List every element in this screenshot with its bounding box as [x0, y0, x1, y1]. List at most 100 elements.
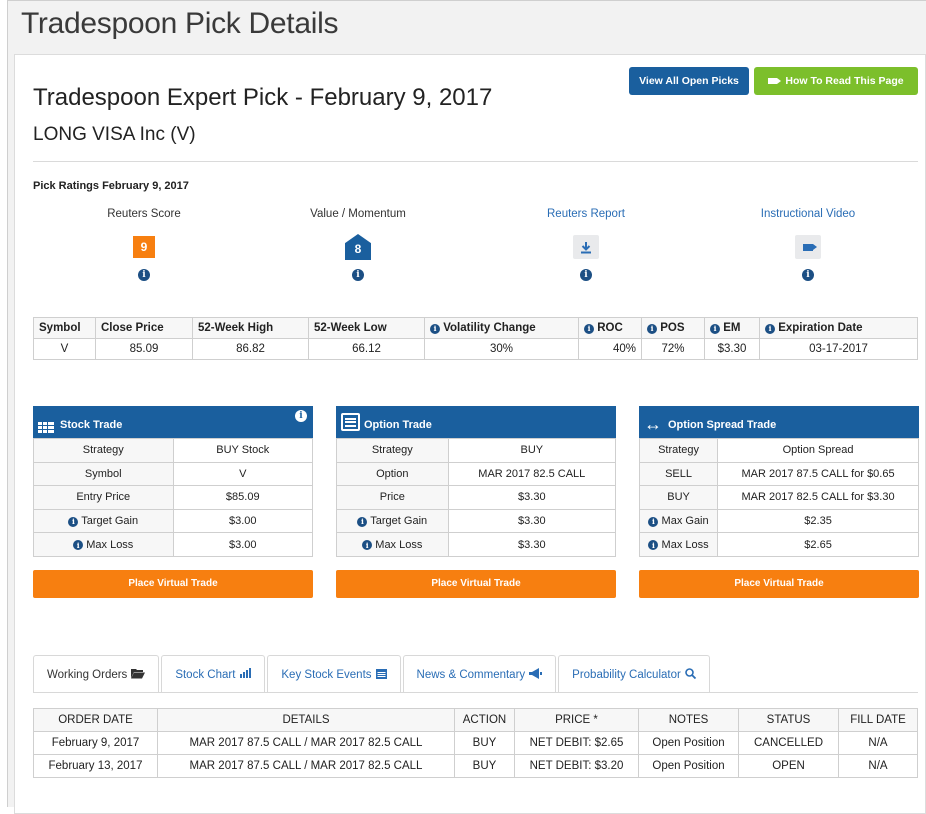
rating-value-momentum: Value / Momentum 8 i [258, 208, 458, 283]
info-icon[interactable]: i [357, 516, 368, 527]
calendar-icon [375, 668, 387, 682]
table-row: February 9, 2017 MAR 2017 87.5 CALL / MA… [33, 731, 918, 755]
info-icon[interactable]: i [765, 323, 775, 334]
place-virtual-trade-button[interactable]: Place Virtual Trade [639, 569, 919, 598]
info-icon[interactable]: i [352, 269, 364, 281]
tab-key-stock-events[interactable]: Key Stock Events [267, 655, 401, 693]
cell-action: BUY [454, 731, 515, 755]
cell-details: MAR 2017 87.5 CALL / MAR 2017 82.5 CALL [157, 754, 455, 778]
col-order-date: ORDER DATE [33, 708, 158, 732]
rating-instructional-video[interactable]: Instructional Video i [708, 208, 908, 283]
instructional-video-link[interactable]: Instructional Video [708, 208, 908, 224]
video-icon[interactable] [795, 235, 821, 259]
row-value: $3.00 [172, 508, 313, 534]
list-icon [341, 413, 360, 431]
cell-order-date: February 9, 2017 [33, 731, 158, 755]
reuters-report-link[interactable]: Reuters Report [486, 208, 686, 224]
rating-reuters-score: Reuters Score 9 i [44, 208, 244, 283]
rating-label: Reuters Score [107, 208, 181, 220]
reuters-score-badge: 9 [133, 236, 155, 258]
option-trade-card: Option Trade Strategy BUY Option MAR 2017 … [336, 406, 617, 598]
card-row: i Target Gain $3.30 [336, 508, 617, 534]
orders-header-row: ORDER DATE DETAILS ACTION PRICE * NOTES … [33, 708, 918, 732]
card-row: i Max Loss $3.00 [33, 532, 313, 557]
card-table: Strategy Option Spread SELL MAR 2017 87.5 … [638, 438, 919, 557]
cell-em: $3.30 [704, 338, 760, 360]
row-label: Strategy [336, 438, 449, 463]
card-row: SELL MAR 2017 87.5 CALL for $0.65 [638, 461, 919, 487]
rating-reuters-report[interactable]: Reuters Report i [486, 208, 686, 283]
info-icon[interactable]: i [647, 323, 657, 334]
row-value: Option Spread [717, 438, 919, 463]
card-row: Strategy BUY Stock [33, 438, 313, 463]
tab-label: News & Commentary [416, 668, 526, 681]
how-to-read-button[interactable]: How To Read This Page [754, 67, 918, 95]
cell-roc: 40% [578, 338, 642, 360]
col-symbol: Symbol [33, 317, 96, 339]
row-label: i Target Gain [336, 508, 449, 534]
info-icon[interactable]: i [648, 516, 659, 527]
col-pos: i POS [641, 317, 705, 339]
cell-status: CANCELLED [738, 731, 839, 755]
info-icon[interactable]: i [710, 323, 720, 334]
stock-trade-card: Stock Trade i Strategy BUY Stock Symbol V … [33, 406, 313, 598]
summary-data-row: V 85.09 86.82 66.12 30% 40% 72% $3.30 03… [33, 338, 918, 360]
info-icon[interactable]: i [68, 516, 79, 527]
info-icon[interactable]: i [295, 410, 307, 422]
tab-label: Stock Chart [175, 668, 236, 681]
row-value: $3.00 [172, 532, 313, 557]
info-icon[interactable]: i [138, 269, 150, 281]
row-label: Price [336, 485, 449, 510]
col-roc: i ROC [578, 317, 642, 339]
tab-probability-calculator[interactable]: Probability Calculator [558, 655, 710, 693]
cell-details: MAR 2017 87.5 CALL / MAR 2017 82.5 CALL [157, 731, 455, 755]
tab-news-commentary[interactable]: News & Commentary [402, 655, 557, 693]
col-price: PRICE * [514, 708, 639, 732]
row-label: i Max Loss [638, 532, 719, 557]
col-52-week-high: 52-Week High [192, 317, 309, 339]
card-header: Stock Trade i [33, 406, 313, 438]
place-virtual-trade-button[interactable]: Place Virtual Trade [336, 569, 616, 598]
info-icon[interactable]: i [362, 540, 373, 551]
info-icon[interactable]: i [802, 269, 814, 281]
info-icon[interactable]: i [73, 540, 84, 551]
info-icon[interactable]: i [648, 540, 659, 551]
download-icon[interactable] [573, 235, 599, 259]
view-all-open-picks-button[interactable]: View All Open Picks [629, 67, 749, 95]
cell-notes: Open Position [638, 754, 739, 778]
row-label: SELL [638, 461, 719, 487]
cell-expiration-date: 03-17-2017 [759, 338, 918, 360]
summary-header-row: Symbol Close Price 52-Week High 52-Week … [33, 317, 918, 339]
row-value: $2.35 [717, 508, 919, 534]
card-row: i Max Loss $3.30 [336, 532, 617, 557]
tab-label: Probability Calculator [572, 668, 681, 681]
video-camera-icon [768, 78, 782, 84]
card-table: Strategy BUY Stock Symbol V Entry Price $85… [33, 438, 313, 557]
col-details: DETAILS [157, 708, 455, 732]
tab-underline [33, 692, 918, 693]
place-virtual-trade-button[interactable]: Place Virtual Trade [33, 569, 313, 598]
row-value: $3.30 [447, 532, 617, 557]
info-icon[interactable]: i [430, 323, 440, 334]
card-title: Stock Trade [60, 419, 123, 431]
row-value: BUY [447, 438, 617, 463]
how-to-read-label: How To Read This Page [785, 75, 904, 87]
stack-icon [38, 422, 54, 433]
tab-stock-chart[interactable]: Stock Chart [161, 655, 266, 693]
col-52-week-low: 52-Week Low [308, 317, 425, 339]
row-value: MAR 2017 82.5 CALL [447, 461, 617, 487]
info-icon[interactable]: i [580, 269, 592, 281]
tab-working-orders[interactable]: Working Orders [33, 655, 160, 693]
card-header: ↔ Option Spread Trade [639, 406, 919, 438]
col-close-price: Close Price [95, 317, 193, 339]
info-icon[interactable]: i [584, 323, 594, 334]
tab-label: Working Orders [47, 668, 128, 681]
option-spread-trade-card: ↔ Option Spread Trade Strategy Option Spr… [638, 406, 919, 598]
row-value: V [172, 461, 313, 487]
bar-chart-icon [239, 668, 252, 681]
card-row: Option MAR 2017 82.5 CALL [336, 461, 617, 487]
working-orders-table: ORDER DATE DETAILS ACTION PRICE * NOTES … [33, 708, 918, 778]
card-row: i Max Gain $2.35 [638, 508, 919, 534]
cell-notes: Open Position [638, 731, 739, 755]
page-heading: Tradespoon Pick Details [21, 7, 339, 40]
